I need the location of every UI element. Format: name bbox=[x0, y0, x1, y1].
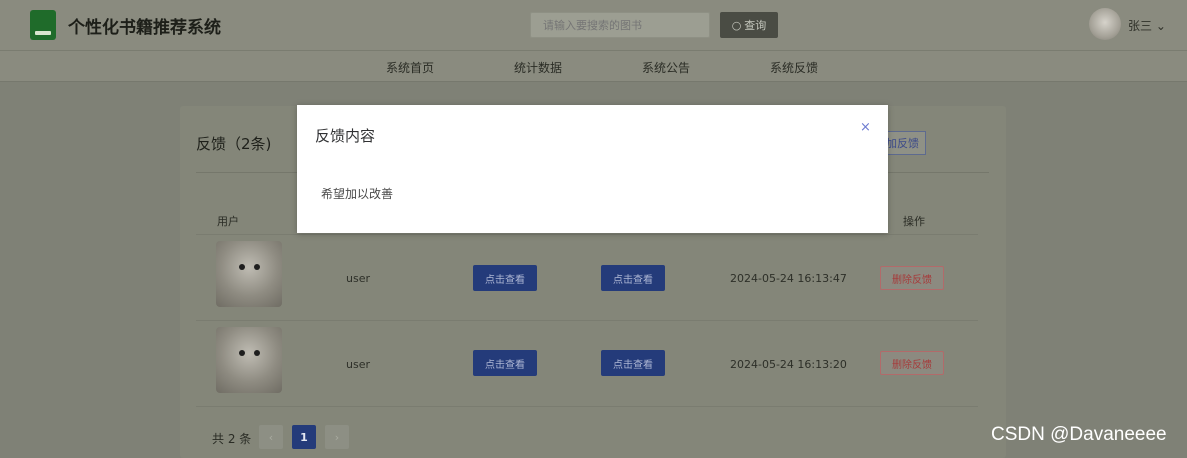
user-avatar-thumbnail bbox=[216, 327, 282, 393]
row-time: 2024-05-24 16:13:20 bbox=[730, 358, 847, 371]
book-logo-icon bbox=[30, 10, 56, 40]
prev-page-button[interactable]: ‹ bbox=[259, 425, 283, 449]
search-button-label: 查询 bbox=[744, 19, 767, 32]
dialog-title: 反馈内容 bbox=[315, 127, 376, 145]
row-user: user bbox=[346, 272, 370, 285]
view-reply-button[interactable]: 点击查看 bbox=[601, 265, 665, 291]
user-name: 张三 bbox=[1128, 19, 1153, 33]
next-page-button[interactable]: › bbox=[325, 425, 349, 449]
search-button[interactable]: ○ 查询 bbox=[720, 12, 778, 38]
row-user: user bbox=[346, 358, 370, 371]
row-time: 2024-05-24 16:13:47 bbox=[730, 272, 847, 285]
nav-item-stats[interactable]: 统计数据 bbox=[514, 59, 562, 76]
pagination-total: 共 2 条 bbox=[212, 432, 252, 446]
dialog-body-text: 希望加以改善 bbox=[321, 187, 394, 201]
column-header-actions: 操作 bbox=[903, 215, 925, 228]
feedback-content-dialog: 反馈内容 × 希望加以改善 bbox=[297, 105, 888, 233]
view-feedback-button[interactable]: 点击查看 bbox=[473, 350, 537, 376]
top-header: 个性化书籍推荐系统 ○ 查询 张三 ⌄ bbox=[0, 0, 1187, 51]
app-title: 个性化书籍推荐系统 bbox=[68, 18, 221, 38]
main-nav: 系统首页 统计数据 系统公告 系统反馈 bbox=[0, 51, 1187, 82]
search-input[interactable] bbox=[530, 12, 710, 38]
nav-item-feedback[interactable]: 系统反馈 bbox=[770, 59, 818, 76]
column-header-user: 用户 bbox=[217, 215, 239, 228]
close-icon[interactable]: × bbox=[860, 120, 871, 135]
page-number-current[interactable]: 1 bbox=[292, 425, 316, 449]
view-reply-button[interactable]: 点击查看 bbox=[601, 350, 665, 376]
nav-item-home[interactable]: 系统首页 bbox=[386, 59, 434, 76]
chevron-down-icon: ⌄ bbox=[1155, 19, 1166, 33]
page-title: 反馈（2条) bbox=[196, 135, 272, 153]
row-divider bbox=[196, 406, 978, 407]
row-divider bbox=[196, 320, 978, 321]
nav-item-notices[interactable]: 系统公告 bbox=[642, 59, 690, 76]
search-icon: ○ bbox=[731, 18, 742, 32]
view-feedback-button[interactable]: 点击查看 bbox=[473, 265, 537, 291]
user-avatar-thumbnail bbox=[216, 241, 282, 307]
avatar[interactable] bbox=[1089, 8, 1121, 40]
delete-feedback-button[interactable]: 删除反馈 bbox=[880, 266, 944, 290]
delete-feedback-button[interactable]: 删除反馈 bbox=[880, 351, 944, 375]
row-divider bbox=[196, 234, 978, 235]
user-menu[interactable]: 张三 ⌄ bbox=[1128, 17, 1166, 34]
watermark: CSDN @Davaneeee bbox=[991, 424, 1167, 445]
